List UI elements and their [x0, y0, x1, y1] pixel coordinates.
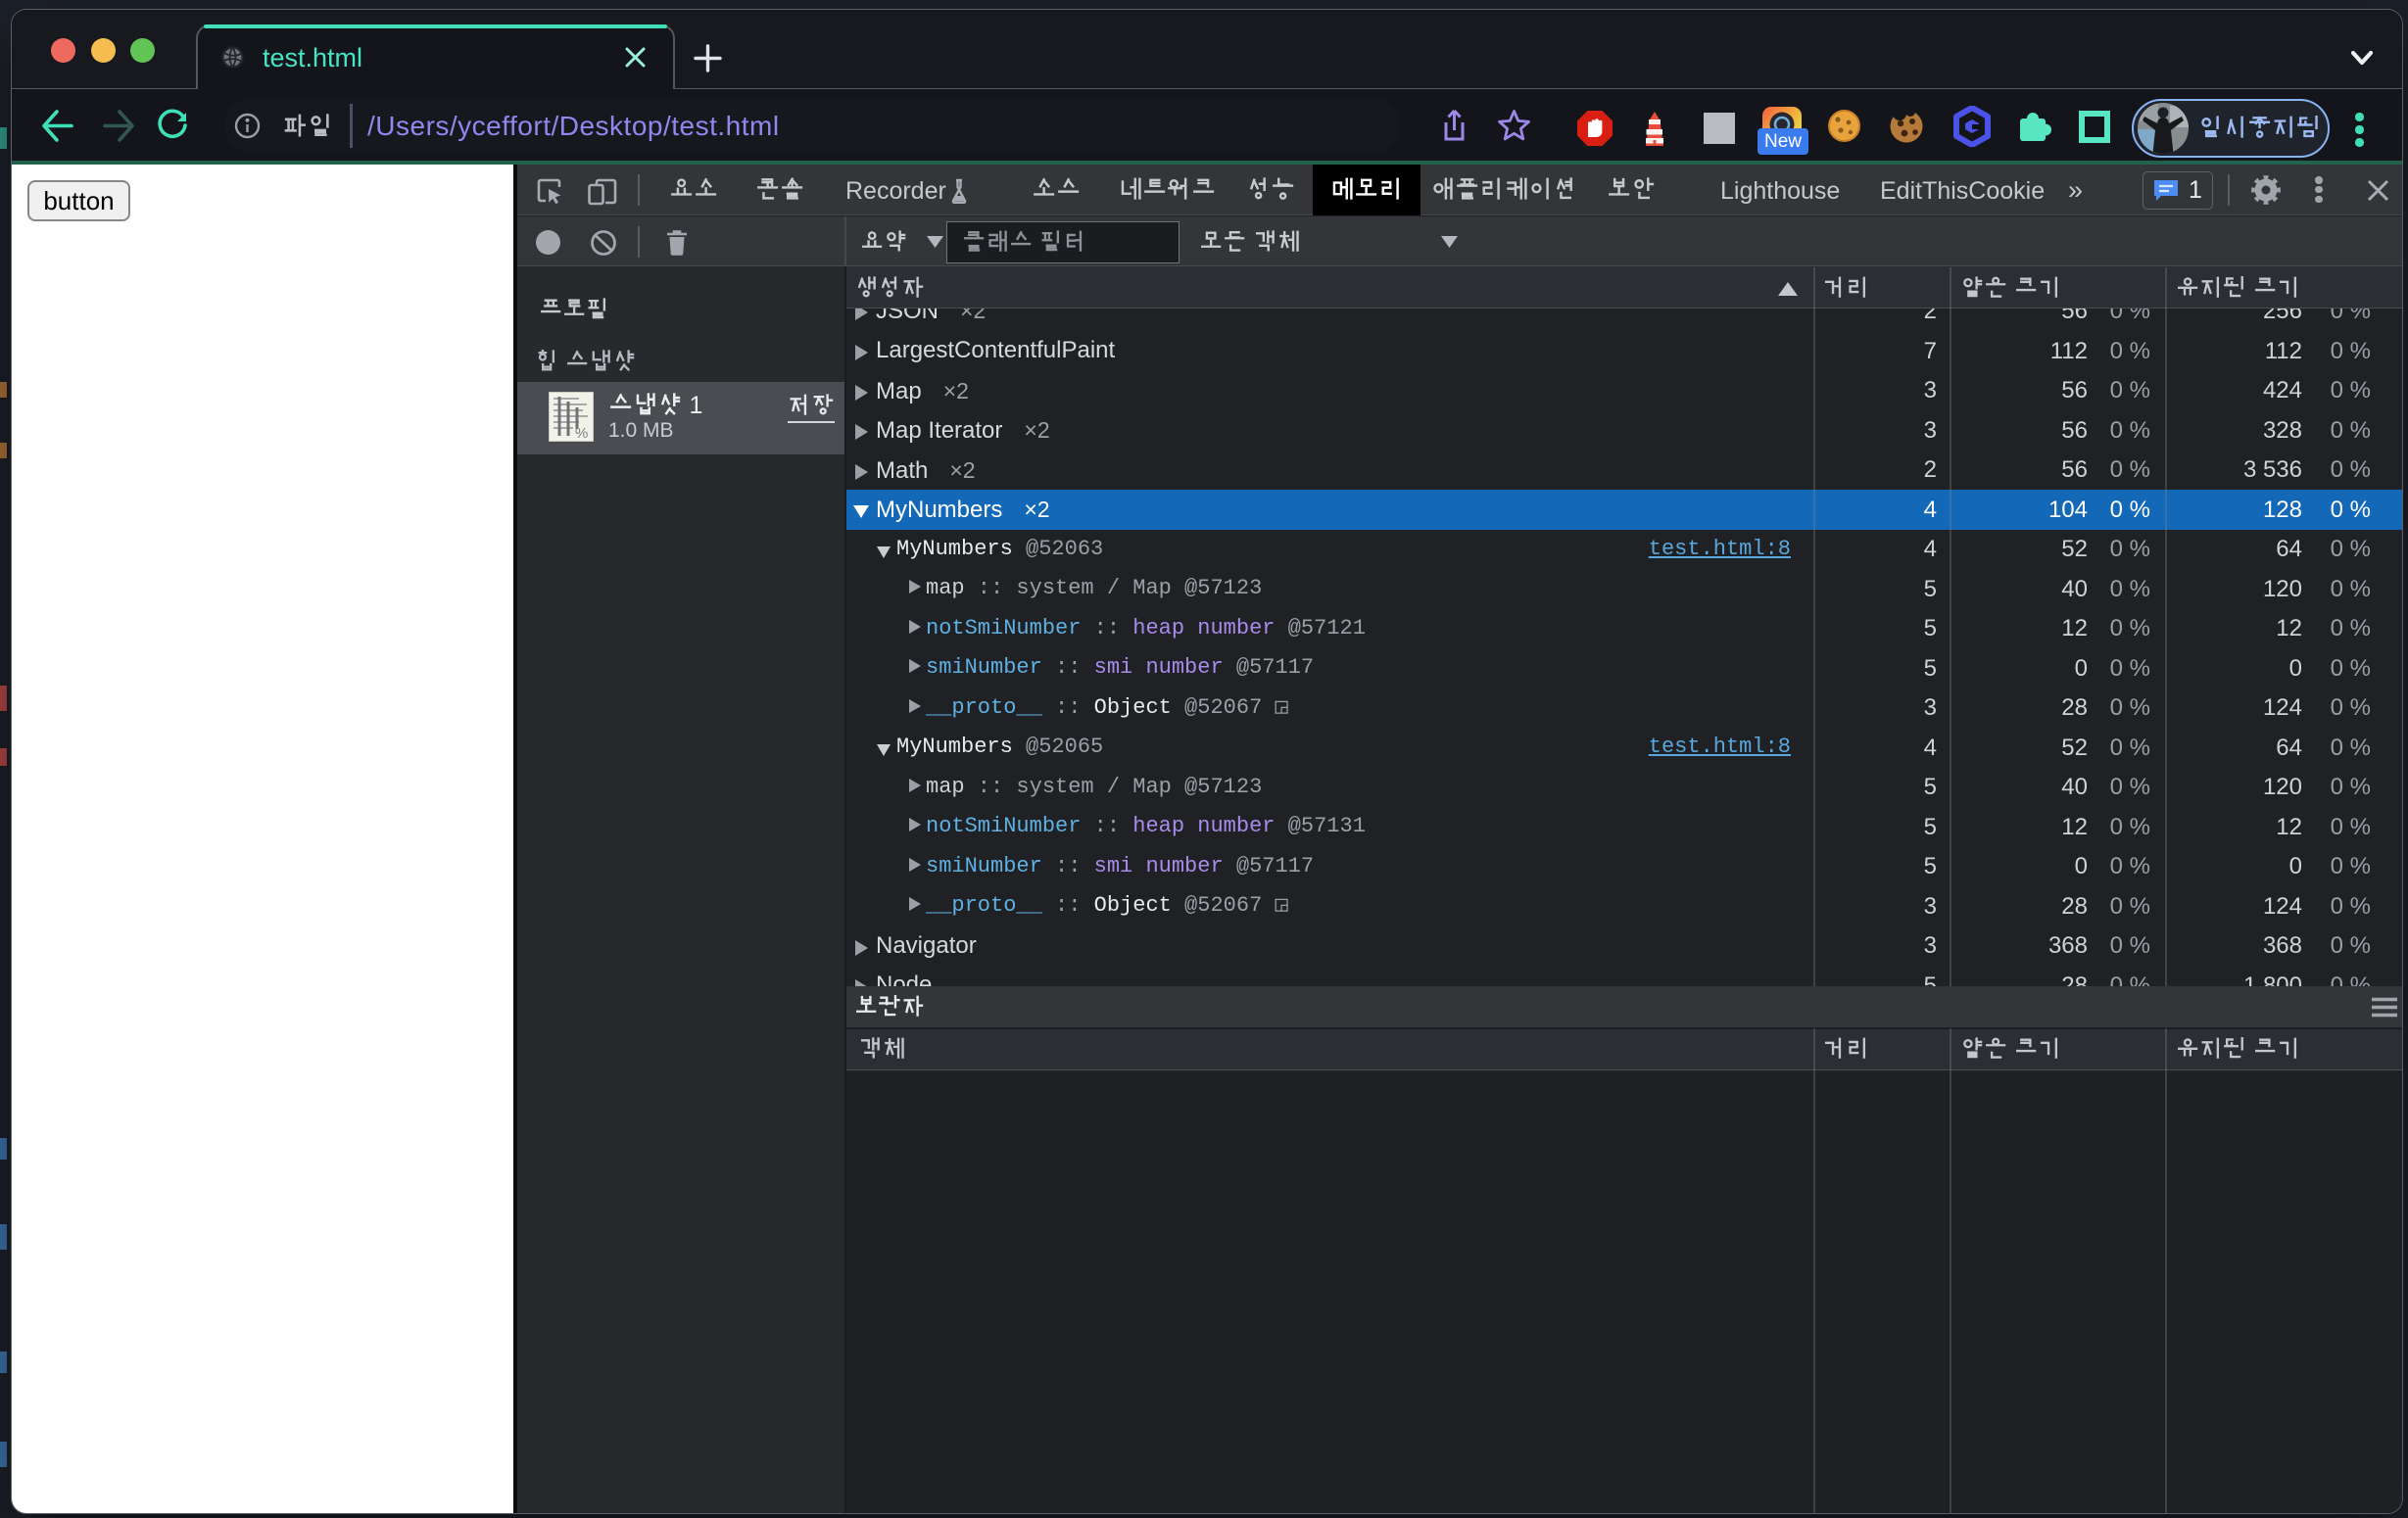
- svg-text:%: %: [575, 425, 588, 442]
